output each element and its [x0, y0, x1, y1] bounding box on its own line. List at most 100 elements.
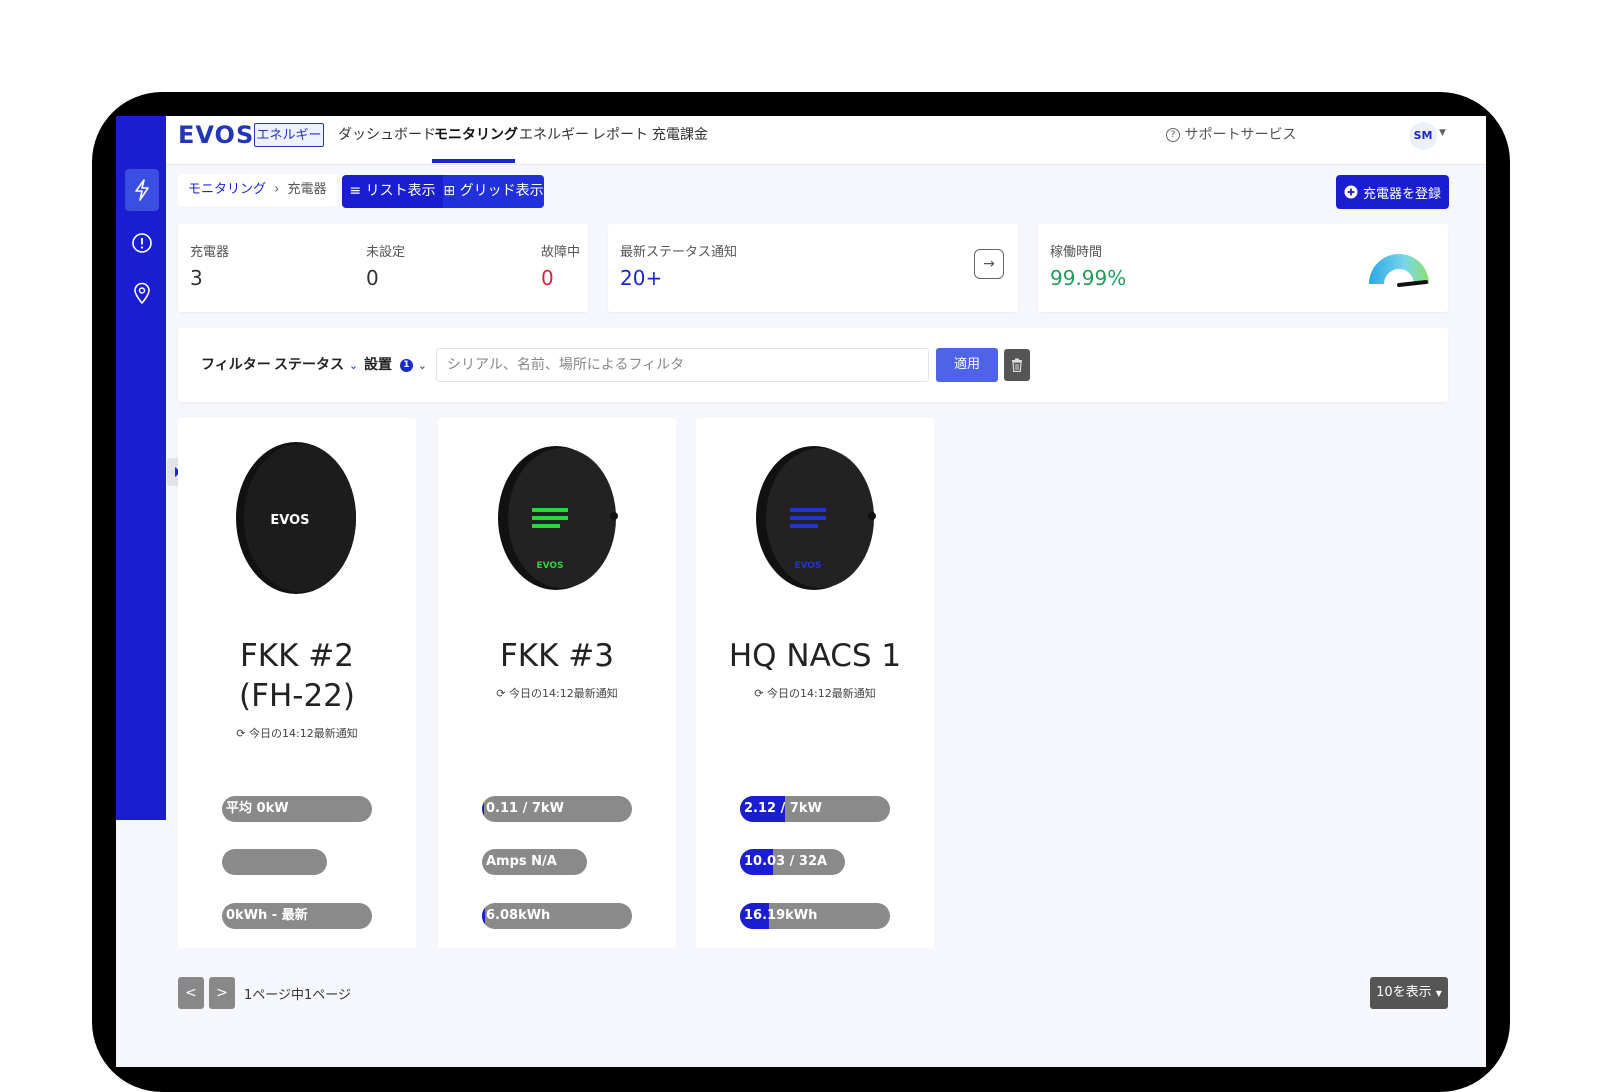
- fault-value: 0: [541, 266, 554, 290]
- sidebar-item-alerts[interactable]: [125, 222, 159, 264]
- arrow-right-icon: →: [983, 256, 995, 272]
- power-pill-fill: [482, 796, 485, 822]
- breadcrumb: モニタリング › 充電器: [178, 174, 337, 206]
- support-label: サポートサービス: [1184, 127, 1297, 143]
- install-filter-label: 設置: [364, 357, 392, 373]
- list-view-label: リスト表示: [365, 183, 436, 199]
- top-nav: EVOS エネルギー ダッシュボード モニタリング エネルギー レポート 充電課…: [116, 116, 1486, 165]
- charger-updated-text: 今日の14:12最新通知: [509, 687, 618, 700]
- energy-pill: 16.19kWh: [740, 903, 890, 929]
- install-filter-dropdown[interactable]: 設置 1 ⌄: [364, 354, 427, 374]
- refresh-icon: ⟳: [496, 687, 506, 700]
- power-pill: 2.12 / 7kW: [740, 796, 890, 822]
- amps-pill: 10.03 / 32A: [740, 849, 845, 875]
- location-pin-icon: [134, 282, 150, 304]
- chargers-label: 充電器: [190, 245, 230, 260]
- next-page-button[interactable]: >: [209, 977, 235, 1009]
- apply-button[interactable]: 適用: [936, 348, 998, 382]
- per-page-label: 10を表示: [1376, 985, 1432, 1000]
- power-pill: 0.11 / 7kW: [482, 796, 632, 822]
- breadcrumb-monitoring[interactable]: モニタリング: [188, 182, 266, 197]
- charger-device-image: EVOS: [236, 442, 356, 594]
- charger-updated-text: 今日の14:12最新通知: [767, 687, 876, 700]
- grid-view-button[interactable]: ⊞ グリッド表示: [443, 175, 544, 208]
- charger-updated: ⟳ 今日の14:12最新通知: [178, 725, 416, 741]
- nav-active-indicator: [432, 159, 515, 163]
- energy-pill-text: 6.08kWh: [486, 908, 551, 923]
- fault-label: 故障中: [541, 245, 581, 260]
- nav-charging-billing[interactable]: 充電課金: [652, 124, 708, 144]
- arrow-right-button[interactable]: →: [974, 249, 1004, 279]
- nav-energy[interactable]: エネルギー: [519, 124, 589, 144]
- charger-updated: ⟳ 今日の14:12最新通知: [696, 685, 934, 701]
- energy-pill: 0kWh - 最新: [222, 903, 372, 929]
- unset-value: 0: [366, 266, 379, 290]
- bolt-icon: [135, 179, 149, 201]
- per-page-select[interactable]: 10を表示 ▼: [1370, 977, 1448, 1009]
- app-screen: EVOS エネルギー ダッシュボード モニタリング エネルギー レポート 充電課…: [116, 116, 1486, 1067]
- status-filter-dropdown[interactable]: ステータス ⌄: [274, 354, 358, 374]
- refresh-icon: ⟳: [236, 727, 246, 740]
- notify-value: 20+: [620, 266, 663, 290]
- sidebar-item-charging[interactable]: [125, 169, 159, 211]
- clear-filter-button[interactable]: [1004, 349, 1030, 381]
- sidebar-item-locations[interactable]: [125, 272, 159, 314]
- energy-pill-text: 16.19kWh: [744, 908, 818, 923]
- energy-pill-text: 0kWh - 最新: [226, 908, 308, 923]
- uptime-gauge-icon: [1369, 254, 1429, 287]
- filter-label: フィルター: [201, 357, 271, 373]
- sidebar: [116, 116, 166, 820]
- notify-label: 最新ステータス通知: [620, 245, 738, 260]
- filter-bar: フィルター ステータス ⌄ 設置 1 ⌄ 適用: [178, 328, 1448, 402]
- svg-text:EVOS: EVOS: [536, 561, 563, 571]
- grid-icon: ⊞: [443, 183, 456, 199]
- chevron-down-icon: ⌄: [417, 359, 427, 372]
- energy-pill: 6.08kWh: [482, 903, 632, 929]
- register-charger-button[interactable]: 充電器を登録: [1336, 175, 1449, 209]
- charger-updated-text: 今日の14:12最新通知: [249, 727, 358, 740]
- svg-text:EVOS: EVOS: [270, 513, 309, 528]
- energy-badge[interactable]: エネルギー: [254, 123, 324, 147]
- chevron-down-icon[interactable]: ▼: [1439, 128, 1446, 138]
- power-pill-text: 2.12 / 7kW: [744, 801, 822, 816]
- charger-card[interactable]: EVOS FKK #2 (FH-22) ⟳ 今日の14:12最新通知 平均 0k…: [178, 418, 416, 948]
- amps-pill: Amps N/A: [482, 849, 587, 875]
- power-pill-text: 0.11 / 7kW: [486, 801, 564, 816]
- evos-logo[interactable]: EVOS: [178, 121, 254, 149]
- trash-icon: [1012, 358, 1022, 372]
- list-view-button[interactable]: ≡ リスト表示: [342, 175, 443, 208]
- caret-down-icon: ▼: [1435, 989, 1442, 998]
- power-pill: 平均 0kW: [222, 796, 372, 822]
- breadcrumb-separator: ›: [274, 182, 280, 197]
- svg-text:EVOS: EVOS: [794, 561, 821, 571]
- nav-monitoring[interactable]: モニタリング: [434, 124, 518, 144]
- user-avatar[interactable]: SM: [1409, 122, 1437, 150]
- amps-pill-text: Amps N/A: [486, 854, 557, 869]
- grid-view-label: グリッド表示: [459, 183, 544, 199]
- uptime-card: 稼働時間 99.99%: [1038, 224, 1448, 312]
- support-link[interactable]: ? サポートサービス: [1166, 124, 1296, 144]
- charger-name: HQ NACS 1: [728, 638, 902, 674]
- nav-dashboard[interactable]: ダッシュボード: [338, 124, 436, 144]
- charger-card[interactable]: EVOS FKK #3 ⟳ 今日の14:12最新通知 0.11 / 7kW Am…: [438, 418, 676, 948]
- energy-pill-fill: [482, 903, 485, 929]
- amps-pill-text: 10.03 / 32A: [744, 854, 828, 869]
- breadcrumb-current: 充電器: [287, 182, 327, 197]
- charger-card[interactable]: EVOS HQ NACS 1 ⟳ 今日の14:12最新通知 2.12 / 7kW…: [696, 418, 934, 948]
- uptime-label: 稼働時間: [1050, 245, 1103, 260]
- view-toggle: ≡ リスト表示 ⊞ グリッド表示: [342, 175, 544, 208]
- nav-report[interactable]: レポート: [592, 124, 648, 144]
- unset-label: 未設定: [366, 245, 406, 260]
- latest-status-card: 最新ステータス通知 20+ →: [608, 224, 1018, 312]
- prev-page-button[interactable]: <: [178, 977, 204, 1009]
- refresh-icon: ⟳: [754, 687, 764, 700]
- register-charger-label: 充電器を登録: [1362, 186, 1441, 202]
- list-icon: ≡: [349, 183, 362, 199]
- search-input[interactable]: [436, 348, 929, 382]
- install-filter-count: 1: [399, 358, 413, 372]
- charger-name: FKK #2: [239, 638, 355, 674]
- plus-circle-icon: [1344, 185, 1358, 199]
- page-indicator: 1ページ中1ページ: [244, 988, 352, 1003]
- power-pill-text: 平均 0kW: [226, 801, 289, 816]
- charger-count-card: 充電器 3 未設定 0 故障中 0: [178, 224, 588, 312]
